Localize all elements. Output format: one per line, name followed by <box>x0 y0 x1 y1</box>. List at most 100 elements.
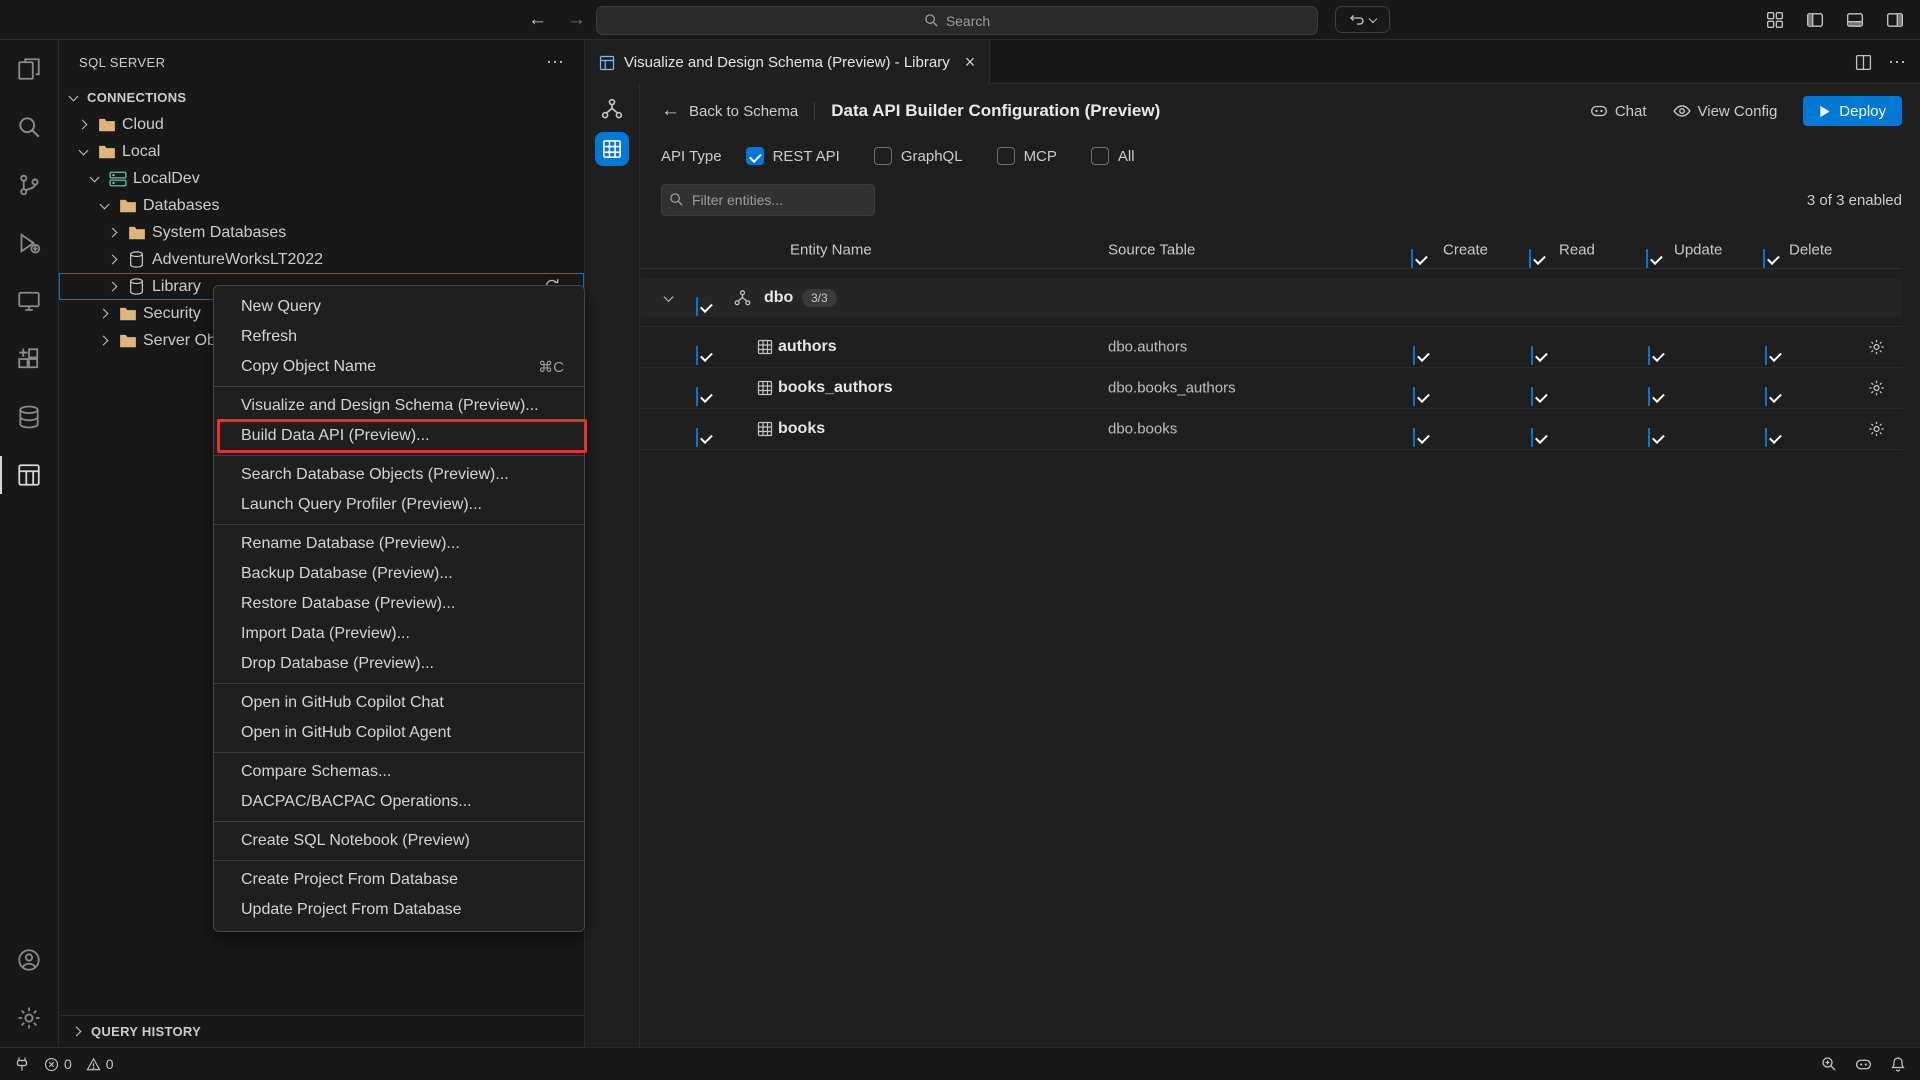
menu-item-dacpac-bacpac[interactable]: DACPAC/BACPAC Operations... <box>214 787 584 817</box>
update-checkbox[interactable] <box>1648 346 1650 365</box>
warnings-status[interactable]: 0 <box>86 1056 114 1072</box>
toggle-panel-icon[interactable] <box>1846 11 1864 29</box>
data-api-view-icon[interactable] <box>595 132 629 166</box>
menu-item-copilot-agent[interactable]: Open in GitHub Copilot Agent <box>214 718 584 748</box>
group-checkbox[interactable] <box>696 297 698 316</box>
menu-item-update-project[interactable]: Update Project From Database <box>214 895 584 925</box>
menu-item-import-data[interactable]: Import Data (Preview)... <box>214 619 584 649</box>
menu-item-copilot-chat[interactable]: Open in GitHub Copilot Chat <box>214 688 584 718</box>
entity-checkbox[interactable] <box>696 428 698 447</box>
zoom-icon[interactable] <box>1821 1056 1837 1072</box>
back-icon[interactable]: ← <box>528 9 547 31</box>
api-option-graphql[interactable]: GraphQL <box>874 147 963 165</box>
row-settings-gear-icon[interactable] <box>1868 339 1885 356</box>
create-checkbox[interactable] <box>1413 346 1415 365</box>
row-settings-gear-icon[interactable] <box>1868 421 1885 438</box>
chevron-right-icon[interactable] <box>96 306 112 322</box>
copilot-status-icon[interactable] <box>1855 1056 1872 1073</box>
tree-item-adventureworks[interactable]: AdventureWorksLT2022 <box>59 246 584 273</box>
api-option-rest[interactable]: REST API <box>746 147 840 165</box>
update-all-checkbox[interactable] <box>1646 249 1648 268</box>
read-checkbox[interactable] <box>1531 428 1533 447</box>
tree-section-connections[interactable]: CONNECTIONS <box>59 84 584 111</box>
menu-item-search-database-objects[interactable]: Search Database Objects (Preview)... <box>214 460 584 490</box>
search-sidebar-icon[interactable] <box>0 98 59 156</box>
entity-row-books-authors[interactable]: books_authors dbo.books_authors <box>640 368 1902 409</box>
chevron-right-icon[interactable] <box>96 333 112 349</box>
toggle-sidebar-left-icon[interactable] <box>1806 11 1824 29</box>
more-actions-icon[interactable]: ⋯ <box>546 52 564 73</box>
read-checkbox[interactable] <box>1531 387 1533 406</box>
session-control[interactable] <box>1335 6 1390 33</box>
all-checkbox[interactable] <box>1091 147 1109 165</box>
tree-item-localdev[interactable]: LocalDev <box>59 165 584 192</box>
schema-group-row[interactable]: dbo 3/3 <box>640 279 1902 317</box>
tree-item-local[interactable]: Local <box>59 138 584 165</box>
run-debug-icon[interactable] <box>0 214 59 272</box>
search-box[interactable]: Search <box>596 6 1318 35</box>
delete-checkbox[interactable] <box>1765 387 1767 406</box>
menu-item-copy-object-name[interactable]: Copy Object Name⌘C <box>214 352 584 382</box>
delete-checkbox[interactable] <box>1765 428 1767 447</box>
menu-item-build-data-api[interactable]: Build Data API (Preview)... <box>214 421 584 451</box>
tab-visualize-design-schema[interactable]: Visualize and Design Schema (Preview) - … <box>585 40 990 85</box>
close-icon[interactable]: × <box>965 52 976 73</box>
split-editor-icon[interactable] <box>1855 54 1872 71</box>
schema-diagram-view-icon[interactable] <box>601 98 623 120</box>
menu-item-refresh[interactable]: Refresh <box>214 322 584 352</box>
chevron-right-icon[interactable] <box>69 1024 85 1040</box>
source-control-icon[interactable] <box>0 156 59 214</box>
chevron-right-icon[interactable] <box>105 279 121 295</box>
menu-item-launch-query-profiler[interactable]: Launch Query Profiler (Preview)... <box>214 490 584 520</box>
api-option-all[interactable]: All <box>1091 147 1135 165</box>
tree-item-system-databases[interactable]: System Databases <box>59 219 584 246</box>
filter-entities-input[interactable] <box>661 184 875 216</box>
mcp-checkbox[interactable] <box>997 147 1015 165</box>
tree-item-cloud[interactable]: Cloud <box>59 111 584 138</box>
tree-item-databases[interactable]: Databases <box>59 192 584 219</box>
back-to-schema-link[interactable]: ← Back to Schema <box>661 100 798 122</box>
chevron-right-icon[interactable] <box>105 225 121 241</box>
entity-row-authors[interactable]: authors dbo.authors <box>640 327 1902 368</box>
view-config-button[interactable]: View Config <box>1673 102 1778 120</box>
menu-item-new-query[interactable]: New Query <box>214 292 584 322</box>
menu-item-backup-database[interactable]: Backup Database (Preview)... <box>214 559 584 589</box>
chevron-down-icon[interactable] <box>665 296 672 301</box>
schema-designer-icon[interactable] <box>0 446 59 504</box>
create-all-checkbox[interactable] <box>1411 249 1413 268</box>
deploy-button[interactable]: Deploy <box>1803 96 1902 126</box>
update-checkbox[interactable] <box>1648 428 1650 447</box>
menu-item-restore-database[interactable]: Restore Database (Preview)... <box>214 589 584 619</box>
read-checkbox[interactable] <box>1531 346 1533 365</box>
menu-item-compare-schemas[interactable]: Compare Schemas... <box>214 757 584 787</box>
explorer-icon[interactable] <box>0 40 59 98</box>
errors-status[interactable]: 0 <box>44 1056 72 1072</box>
read-all-checkbox[interactable] <box>1529 249 1531 268</box>
rest-api-checkbox[interactable] <box>746 147 764 165</box>
connection-status-icon[interactable] <box>14 1056 30 1072</box>
more-actions-icon[interactable]: ⋯ <box>1888 52 1906 73</box>
grid-layout-icon[interactable] <box>1766 11 1784 29</box>
entity-checkbox[interactable] <box>696 346 698 365</box>
entity-row-books[interactable]: books dbo.books <box>640 409 1902 450</box>
menu-item-create-project[interactable]: Create Project From Database <box>214 865 584 895</box>
menu-item-create-sql-notebook[interactable]: Create SQL Notebook (Preview) <box>214 826 584 856</box>
create-checkbox[interactable] <box>1413 387 1415 406</box>
chevron-down-icon[interactable] <box>86 171 102 187</box>
chevron-right-icon[interactable] <box>75 117 91 133</box>
update-checkbox[interactable] <box>1648 387 1650 406</box>
account-icon[interactable] <box>0 931 59 989</box>
chevron-down-icon[interactable] <box>75 144 91 160</box>
notifications-bell-icon[interactable] <box>1890 1056 1906 1072</box>
sql-server-icon[interactable] <box>0 388 59 446</box>
entity-checkbox[interactable] <box>696 387 698 406</box>
create-checkbox[interactable] <box>1413 428 1415 447</box>
chevron-down-icon[interactable] <box>96 198 112 214</box>
toggle-sidebar-right-icon[interactable] <box>1886 11 1904 29</box>
menu-item-visualize-design-schema[interactable]: Visualize and Design Schema (Preview)... <box>214 391 584 421</box>
extensions-icon[interactable] <box>0 330 59 388</box>
menu-item-drop-database[interactable]: Drop Database (Preview)... <box>214 649 584 679</box>
delete-checkbox[interactable] <box>1765 346 1767 365</box>
forward-icon[interactable]: → <box>567 9 586 31</box>
chat-button[interactable]: Chat <box>1590 102 1647 120</box>
